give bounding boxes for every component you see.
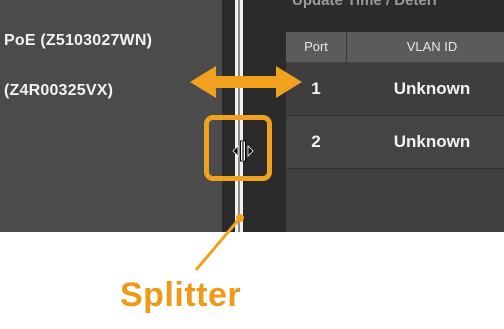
splitter-label: Splitter xyxy=(120,276,242,314)
callout-line xyxy=(194,214,244,271)
